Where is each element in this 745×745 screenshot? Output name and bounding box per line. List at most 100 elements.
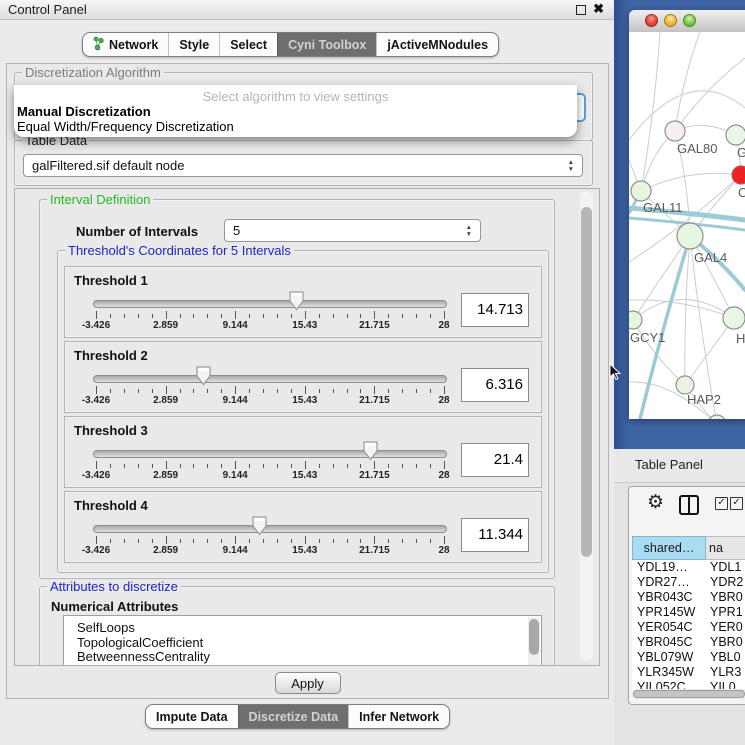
node-c[interactable] xyxy=(732,166,745,184)
tick-mark xyxy=(360,314,361,318)
cell-shared-name: YDL19… xyxy=(632,560,706,575)
tick-mark xyxy=(444,536,445,544)
slider-thumb[interactable] xyxy=(195,366,212,386)
attribute-item[interactable]: SelfLoops xyxy=(64,621,541,636)
tick-mark xyxy=(249,314,250,318)
cell-shared-name: YDR27… xyxy=(632,575,706,590)
tab-impute-data[interactable]: Impute Data xyxy=(146,705,238,728)
apply-button[interactable]: Apply xyxy=(275,672,341,694)
popup-option-manual-discretization[interactable]: Manual Discretization xyxy=(17,104,151,119)
settings-scroll-area: Interval Definition Number of Intervals … xyxy=(14,188,600,666)
tick-label: 2.859 xyxy=(153,545,178,556)
tick-mark xyxy=(193,314,194,318)
stepper-arrows-icon[interactable]: ▲▼ xyxy=(466,225,472,237)
tick-mark xyxy=(319,464,320,468)
column-header-shared-name[interactable]: shared… xyxy=(632,536,706,560)
list-scrollbar-thumb[interactable] xyxy=(529,619,539,655)
tick-mark xyxy=(249,464,250,468)
tick-mark xyxy=(333,389,334,393)
tab-style[interactable]: Style xyxy=(168,33,219,56)
node-gcy1[interactable] xyxy=(629,311,642,329)
node-ga[interactable] xyxy=(726,125,745,145)
group-title: Discretization Algorithm xyxy=(22,65,164,80)
group-title: Attributes to discretize xyxy=(47,579,181,594)
table-row[interactable]: YPR145WYPR1 xyxy=(632,605,745,620)
table-row[interactable]: YDL19…YDL1 xyxy=(632,560,745,575)
table-header-row: shared… na xyxy=(632,536,745,560)
table-row[interactable]: YBR043CYBR0 xyxy=(632,590,745,605)
table-row[interactable]: YLR345WYLR3 xyxy=(632,665,745,680)
close-icon[interactable]: ✖ xyxy=(593,1,604,17)
attribute-item[interactable]: TopologicalCoefficient xyxy=(64,636,541,651)
threshold-panel-2: Threshold 2-3.4262.8599.14415.4321.71528… xyxy=(64,341,542,413)
tick-mark xyxy=(221,539,222,543)
minimize-traffic-light-icon[interactable] xyxy=(664,14,677,27)
zoom-traffic-light-icon[interactable] xyxy=(683,14,696,27)
float-window-icon[interactable] xyxy=(576,5,586,15)
checkbox-icon[interactable]: ✓ xyxy=(715,497,728,510)
tick-mark xyxy=(207,464,208,468)
slider-track[interactable] xyxy=(93,525,447,533)
cell-name: YBR0 xyxy=(706,635,745,650)
network-canvas[interactable]: GAL80GACGAL11GAL4GCY1HHAP2 xyxy=(629,32,745,419)
threshold-value-field[interactable]: 6.316 xyxy=(461,368,529,402)
tick-mark xyxy=(235,386,236,394)
tick-mark xyxy=(277,314,278,318)
tab-select[interactable]: Select xyxy=(219,33,277,56)
threshold-value-field[interactable]: 14.713 xyxy=(461,293,529,327)
tab-infer-network[interactable]: Infer Network xyxy=(348,705,449,728)
threshold-slider: -3.4262.8599.14415.4321.71528 xyxy=(93,492,447,562)
network-window-titlebar xyxy=(629,10,745,33)
attribute-item[interactable]: BetweennessCentrality xyxy=(64,650,541,665)
tick-label: 2.859 xyxy=(153,395,178,406)
number-of-intervals-spinner[interactable]: 5 ▲▼ xyxy=(224,219,481,242)
node-gal4[interactable] xyxy=(677,223,703,249)
close-traffic-light-icon[interactable] xyxy=(645,14,658,27)
horizontal-scrollbar-thumb[interactable] xyxy=(633,690,745,698)
tab-jactivemnodules[interactable]: jActiveMNodules xyxy=(376,33,498,56)
network-window[interactable]: GAL80GACGAL11GAL4GCY1HHAP2 xyxy=(629,10,745,419)
gear-icon[interactable]: ⚙ xyxy=(647,491,664,514)
tick-mark xyxy=(193,539,194,543)
threshold-value-field[interactable]: 21.4 xyxy=(461,443,529,477)
columns-icon[interactable] xyxy=(679,495,699,515)
table-row[interactable]: YBR045CYBR0 xyxy=(632,635,745,650)
horizontal-scrollbar[interactable] xyxy=(632,689,745,699)
threshold-value-field[interactable]: 11.344 xyxy=(461,518,529,552)
table-row[interactable]: YIL052CYIL0 xyxy=(632,680,745,689)
column-header-name[interactable]: na xyxy=(706,536,745,560)
stepper-arrows-icon[interactable]: ▲▼ xyxy=(568,160,574,172)
slider-thumb[interactable] xyxy=(251,516,268,536)
cyni-toolbox-panel: Discretization Algorithm Table Data galF… xyxy=(6,63,609,699)
vertical-scrollbar-thumb[interactable] xyxy=(581,207,592,557)
tab-discretize-data[interactable]: Discretize Data xyxy=(238,705,349,728)
threshold-slider: -3.4262.8599.14415.4321.71528 xyxy=(93,267,447,337)
node-h[interactable] xyxy=(723,307,745,329)
slider-track[interactable] xyxy=(93,450,447,458)
node-unlabeled[interactable] xyxy=(708,415,726,419)
table-row[interactable]: YBL079WYBL0 xyxy=(632,650,745,665)
tab-cyni-toolbox[interactable]: Cyni Toolbox xyxy=(277,33,376,56)
tick-mark xyxy=(180,314,181,318)
tick-label: -3.426 xyxy=(82,545,110,556)
tick-mark xyxy=(138,539,139,543)
vertical-scrollbar[interactable] xyxy=(580,191,593,661)
table-row[interactable]: YER054CYER0 xyxy=(632,620,745,635)
popup-option-equal-width-frequency[interactable]: Equal Width/Frequency Discretization xyxy=(17,119,234,134)
table-row[interactable]: YDR27…YDR2 xyxy=(632,575,745,590)
table-data-select[interactable]: galFiltered.sif default node ▲▼ xyxy=(23,154,583,177)
tab-network[interactable]: Network xyxy=(83,33,168,56)
node-gal11[interactable] xyxy=(631,181,651,201)
popup-prompt-option[interactable]: Select algorithm to view settings xyxy=(14,89,577,104)
list-scrollbar[interactable] xyxy=(528,617,540,666)
tick-mark xyxy=(96,461,97,469)
tick-mark xyxy=(305,536,306,544)
panel-title: Control Panel xyxy=(8,2,87,17)
node-gal80[interactable] xyxy=(665,121,685,141)
checkbox-icon[interactable]: ✓ xyxy=(730,497,743,510)
tick-mark xyxy=(263,389,264,393)
slider-track[interactable] xyxy=(93,375,447,383)
slider-track[interactable] xyxy=(93,300,447,308)
slider-thumb[interactable] xyxy=(362,441,379,461)
slider-thumb[interactable] xyxy=(288,291,305,311)
